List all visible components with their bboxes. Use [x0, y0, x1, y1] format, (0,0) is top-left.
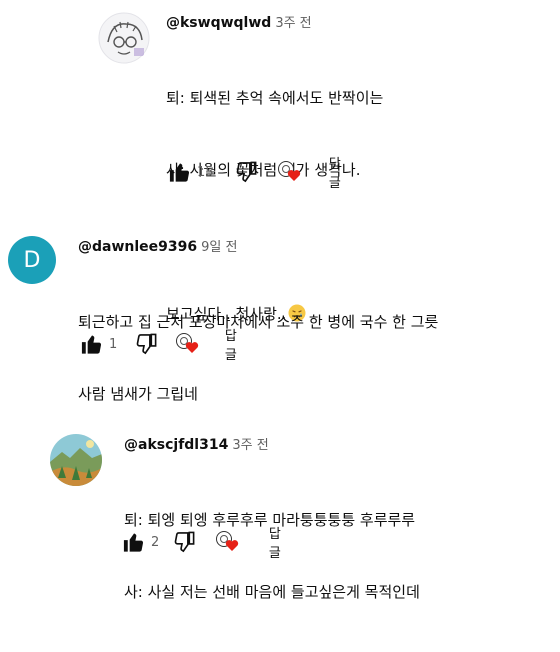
dislike-icon[interactable] [135, 331, 158, 357]
comment-timestamp[interactable]: 3주 전 [275, 16, 311, 31]
comment-text: 퇴근하고 집 근처 포장마차에서 소주 한 병에 국수 한 그릇 사람 냄새가 … [78, 262, 438, 454]
like-icon[interactable] [122, 529, 145, 555]
comment-actions: 1 답글 [80, 329, 246, 363]
reply-button[interactable]: 답글 [269, 523, 290, 561]
author-handle[interactable]: @dawnlee9396 [78, 239, 197, 255]
like-icon[interactable] [80, 331, 103, 357]
comment-author[interactable]: @kswqwqlwd 3주 전 [166, 12, 312, 31]
avatar-sketch-icon [98, 12, 150, 64]
comment-timestamp[interactable]: 9일 전 [201, 240, 237, 255]
reply-button[interactable]: 답글 [329, 153, 350, 191]
comment-author[interactable]: @dawnlee9396 9일 전 [78, 236, 237, 255]
like-count: 15 [197, 164, 214, 180]
creator-heart-icon [176, 331, 201, 357]
creator-heart-icon [278, 159, 303, 185]
dislike-icon[interactable] [173, 529, 196, 555]
avatar-landscape-icon [50, 434, 102, 486]
comment-timestamp[interactable]: 3주 전 [232, 438, 268, 453]
comment-line: 사: 사실 저는 선배 마음에 들고싶은게 목적인데 [124, 583, 420, 601]
like-icon[interactable] [168, 159, 191, 185]
like-count: 1 [109, 336, 118, 352]
reply-button[interactable]: 답글 [225, 325, 246, 363]
comment-line: 퇴: 퇴색된 추억 속에서도 반짝이는 [166, 89, 384, 107]
comment-actions: 2 답글 [122, 527, 290, 561]
avatar-letter: D [23, 247, 41, 273]
dislike-icon[interactable] [235, 159, 258, 185]
comment-actions: 15 답글 [168, 157, 350, 191]
author-handle[interactable]: @akscjfdl314 [124, 437, 228, 453]
avatar[interactable]: D [8, 236, 56, 284]
comment-line: 사람 냄새가 그립네 [78, 385, 198, 403]
like-count: 2 [151, 534, 160, 550]
comment-author[interactable]: @akscjfdl314 3주 전 [124, 434, 269, 453]
avatar[interactable] [50, 434, 102, 486]
author-handle[interactable]: @kswqwqlwd [166, 15, 271, 31]
avatar[interactable] [98, 12, 150, 64]
creator-heart-icon [216, 529, 241, 555]
